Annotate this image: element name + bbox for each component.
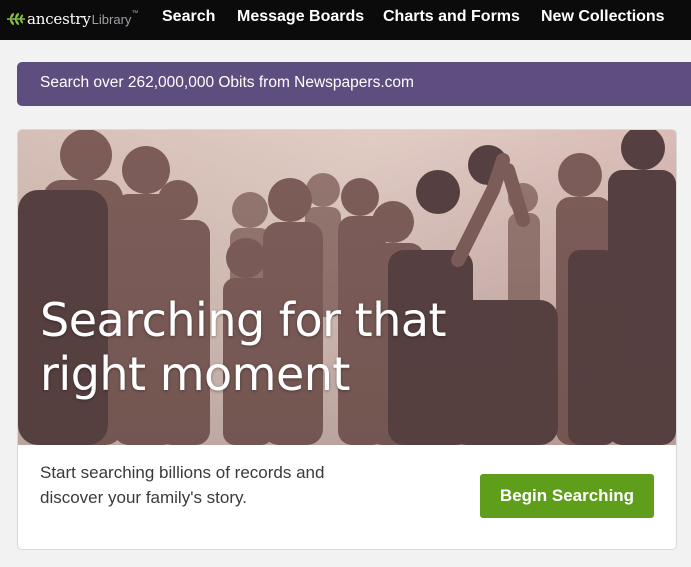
begin-searching-button[interactable]: Begin Searching	[480, 474, 654, 518]
hero-banner: Searching for that right moment	[18, 130, 676, 445]
nav-message-boards[interactable]: Message Boards	[237, 8, 364, 26]
hero-card: Searching for that right moment Start se…	[17, 129, 677, 550]
ancestry-leaf-icon	[7, 13, 25, 25]
hero-headline: Searching for that right moment	[40, 293, 447, 401]
ancestry-library-logo[interactable]: ancestry Library ™	[6, 8, 138, 30]
obits-promo-banner[interactable]: Search over 262,000,000 Obits from Newsp…	[17, 62, 691, 106]
logo-wordmark: ancestry	[27, 10, 91, 28]
hero-description: Start searching billions of records and …	[40, 463, 325, 507]
nav-search[interactable]: Search	[162, 8, 215, 26]
promo-text: Search over 262,000,000 Obits from Newsp…	[40, 74, 414, 91]
nav-new-collections[interactable]: New Collections	[541, 8, 665, 26]
logo-library-label: Library	[91, 11, 132, 27]
logo-trademark: ™	[131, 10, 139, 17]
top-navigation-bar: ancestry Library ™ Search Message Boards…	[0, 0, 691, 40]
nav-charts-and-forms[interactable]: Charts and Forms	[383, 8, 520, 26]
